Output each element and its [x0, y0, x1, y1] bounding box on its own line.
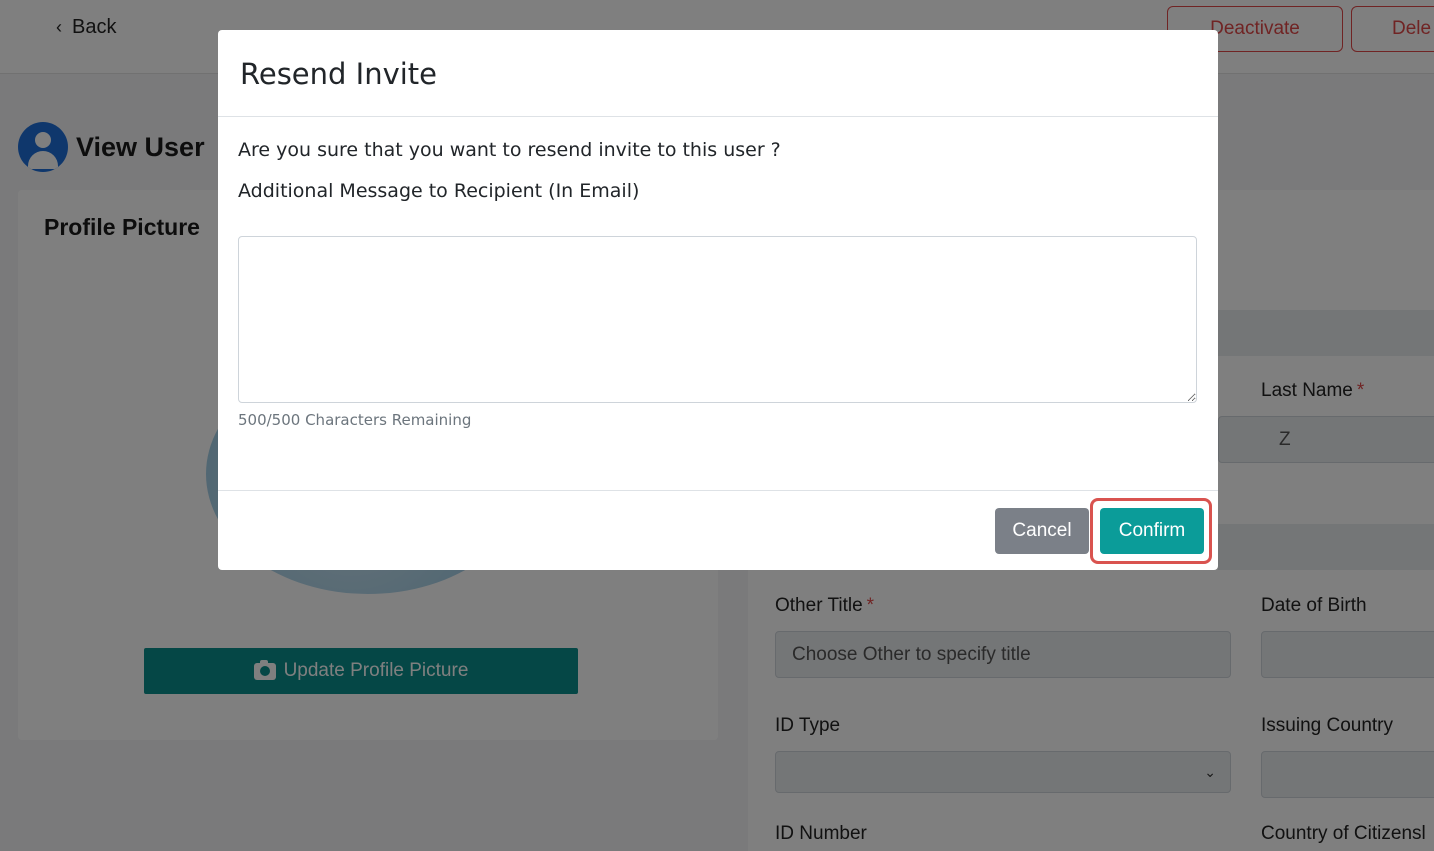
cancel-button[interactable]: Cancel: [995, 508, 1089, 554]
confirm-question: Are you sure that you want to resend inv…: [238, 139, 781, 161]
modal-footer: Cancel Confirm: [218, 490, 1218, 570]
message-label: Additional Message to Recipient (In Emai…: [238, 180, 640, 202]
message-textarea[interactable]: [238, 236, 1197, 403]
chars-remaining: 500/500 Characters Remaining: [238, 411, 472, 429]
modal-header: Resend Invite: [218, 30, 1218, 117]
confirm-button[interactable]: Confirm: [1100, 508, 1204, 554]
modal-title: Resend Invite: [240, 57, 438, 91]
resend-invite-modal: Resend Invite Are you sure that you want…: [218, 30, 1218, 570]
